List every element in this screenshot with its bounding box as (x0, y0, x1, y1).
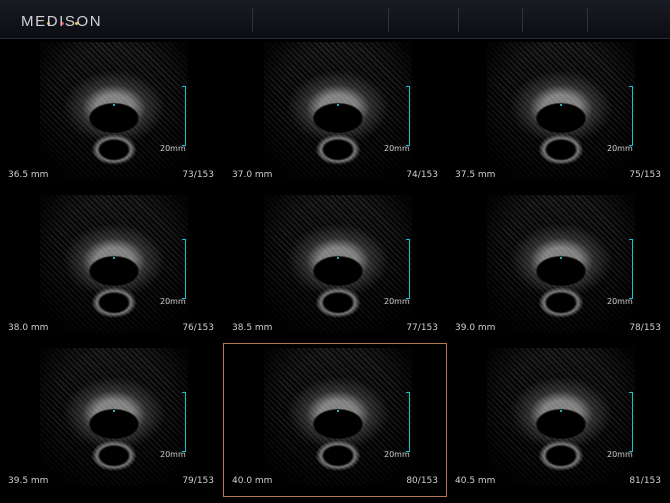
scale-label: 20mm (160, 450, 186, 459)
slice-tile[interactable]: 20mm 40.5 mm 81/153 (447, 344, 669, 496)
center-marker-icon (560, 410, 562, 412)
center-marker-icon (113, 257, 115, 259)
ultrasound-slice-grid: 20mm 36.5 mm 73/153 20mm 37.0 mm 74/153 … (0, 38, 670, 503)
slice-depth: 39.0 mm (455, 323, 496, 333)
ultrasound-image (487, 348, 635, 486)
slice-tile-selected[interactable]: 20mm 40.0 mm 80/153 (223, 343, 447, 497)
slice-depth: 36.5 mm (8, 170, 49, 180)
scale-bar (185, 392, 186, 452)
slice-frame: 81/153 (629, 476, 661, 486)
ultrasound-image (40, 195, 188, 333)
slice-frame: 73/153 (182, 170, 214, 180)
center-marker-icon (113, 410, 115, 412)
scale-label: 20mm (607, 297, 633, 306)
toolbar-separator (458, 8, 459, 32)
slice-tile[interactable]: 20mm 39.5 mm 79/153 (0, 344, 222, 496)
toolbar-separator (388, 8, 389, 32)
ultrasound-image (40, 42, 188, 180)
scale-bar (632, 239, 633, 299)
slice-frame: 78/153 (629, 323, 661, 333)
scale-label: 20mm (384, 450, 410, 459)
slice-frame: 74/153 (406, 170, 438, 180)
top-bar: MEDISON (0, 0, 670, 39)
slice-depth: 40.0 mm (232, 476, 273, 486)
scale-label: 20mm (607, 144, 633, 153)
scale-bar (185, 86, 186, 146)
slice-frame: 79/153 (182, 476, 214, 486)
slice-depth: 39.5 mm (8, 476, 49, 486)
brand-logo: MEDISON (21, 13, 103, 30)
center-marker-icon (560, 257, 562, 259)
toolbar-separator (252, 8, 253, 32)
center-marker-icon (337, 104, 339, 106)
scale-bar (409, 86, 410, 146)
center-marker-icon (113, 104, 115, 106)
center-marker-icon (337, 410, 339, 412)
scale-label: 20mm (160, 144, 186, 153)
slice-tile[interactable]: 20mm 38.5 mm 77/153 (224, 191, 446, 343)
slice-tile[interactable]: 20mm 36.5 mm 73/153 (0, 38, 222, 190)
slice-depth: 37.5 mm (455, 170, 496, 180)
slice-tile[interactable]: 20mm 37.5 mm 75/153 (447, 38, 669, 190)
ultrasound-image (264, 348, 412, 486)
slice-frame: 76/153 (182, 323, 214, 333)
scale-bar (632, 86, 633, 146)
scale-label: 20mm (384, 144, 410, 153)
slice-frame: 75/153 (629, 170, 661, 180)
center-marker-icon (560, 104, 562, 106)
slice-tile[interactable]: 20mm 39.0 mm 78/153 (447, 191, 669, 343)
toolbar-separator (522, 8, 523, 32)
center-marker-icon (337, 257, 339, 259)
ultrasound-image (487, 42, 635, 180)
ultrasound-image (487, 195, 635, 333)
scale-bar (632, 392, 633, 452)
slice-depth: 38.0 mm (8, 323, 49, 333)
slice-depth: 40.5 mm (455, 476, 496, 486)
scale-label: 20mm (607, 450, 633, 459)
scale-bar (409, 239, 410, 299)
ultrasound-image (40, 348, 188, 486)
scale-label: 20mm (384, 297, 410, 306)
scale-label: 20mm (160, 297, 186, 306)
ultrasound-image (264, 195, 412, 333)
slice-tile[interactable]: 20mm 37.0 mm 74/153 (224, 38, 446, 190)
scale-bar (185, 239, 186, 299)
slice-depth: 37.0 mm (232, 170, 273, 180)
slice-tile[interactable]: 20mm 38.0 mm 76/153 (0, 191, 222, 343)
slice-frame: 77/153 (406, 323, 438, 333)
scale-bar (409, 392, 410, 452)
ultrasound-image (264, 42, 412, 180)
toolbar-separator (587, 8, 588, 32)
slice-depth: 38.5 mm (232, 323, 273, 333)
slice-frame: 80/153 (406, 476, 438, 486)
